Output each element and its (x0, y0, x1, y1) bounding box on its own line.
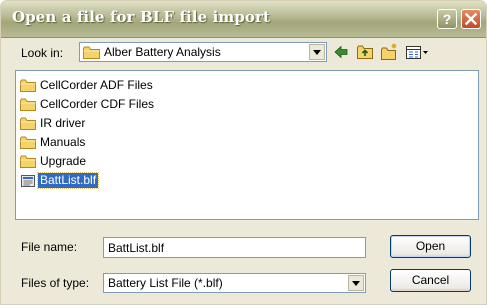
file-list[interactable]: CellCorder ADF Files CellCorder CDF File… (15, 70, 479, 220)
chevron-down-icon (313, 50, 321, 55)
list-item-folder[interactable]: CellCorder CDF Files (20, 96, 156, 113)
list-item-label: CellCorder CDF Files (40, 97, 155, 111)
list-item-folder[interactable]: Manuals (20, 134, 87, 151)
list-item-folder[interactable]: CellCorder ADF Files (20, 77, 155, 94)
folder-icon (20, 136, 36, 149)
look-in-label: Look in: (21, 46, 64, 60)
back-arrow-icon[interactable] (333, 42, 349, 62)
view-menu-icon[interactable] (405, 42, 429, 62)
file-type-dropdown-arrow[interactable] (348, 275, 364, 291)
list-item-file-selected[interactable]: BattList.blf (20, 172, 100, 189)
look-in-dropdown-arrow[interactable] (309, 44, 325, 60)
list-item-label: CellCorder ADF Files (40, 78, 153, 92)
folder-icon (83, 46, 100, 59)
new-folder-icon[interactable] (380, 42, 399, 62)
list-item-folder[interactable]: IR driver (20, 115, 87, 132)
folder-icon (20, 117, 36, 130)
help-icon: ? (443, 11, 452, 27)
close-button[interactable] (461, 9, 481, 29)
list-item-label: BattList.blf (36, 172, 100, 189)
file-type-value: Battery List File (*.blf) (108, 276, 223, 290)
title-bar[interactable]: Open a file for BLF file import ? (1, 1, 486, 38)
folder-icon (20, 155, 36, 168)
chevron-down-icon (352, 281, 360, 286)
up-folder-icon[interactable] (356, 42, 374, 62)
open-button[interactable]: Open (390, 235, 471, 258)
look-in-value: Alber Battery Analysis (104, 45, 221, 59)
dialog-title: Open a file for BLF file import (12, 8, 271, 26)
list-item-label: Upgrade (40, 154, 87, 168)
file-name-label: File name: (21, 240, 78, 254)
list-item-label: IR driver (40, 116, 86, 130)
folder-icon (20, 98, 36, 111)
file-type-select[interactable]: Battery List File (*.blf) (103, 273, 366, 293)
list-item-folder[interactable]: Upgrade (20, 153, 88, 170)
file-icon (21, 174, 35, 187)
file-name-field[interactable]: BattList.blf (103, 237, 366, 258)
close-icon (464, 12, 478, 26)
list-item-label: Manuals (40, 135, 86, 149)
svg-text:?: ? (443, 11, 452, 27)
file-type-label: Files of type: (21, 276, 90, 290)
look-in-dropdown[interactable]: Alber Battery Analysis (79, 42, 327, 62)
folder-icon (20, 79, 36, 92)
open-file-dialog: Open a file for BLF file import ? Look i… (0, 0, 487, 305)
cancel-button[interactable]: Cancel (390, 269, 471, 292)
help-button[interactable]: ? (437, 9, 457, 29)
